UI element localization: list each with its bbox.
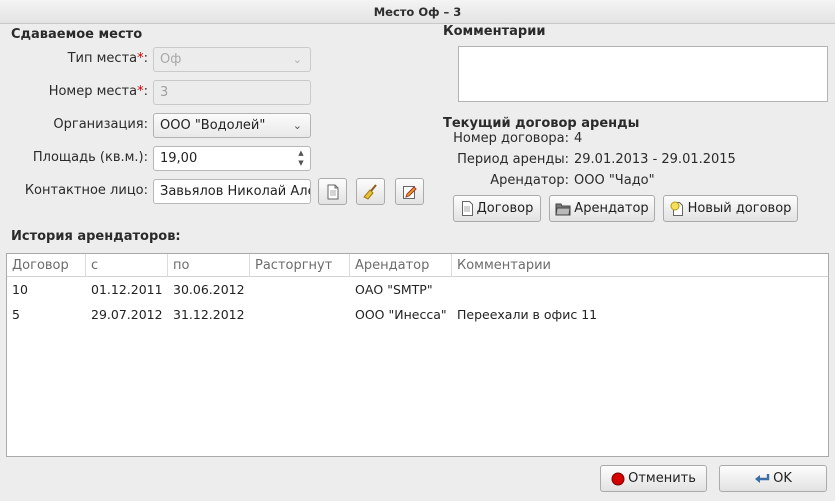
- contract-number-value: 4: [574, 131, 583, 146]
- contract-button-label: Договор: [476, 201, 534, 216]
- table-cell: 29.07.2012: [91, 307, 163, 322]
- window-title: Место Оф – 3: [0, 0, 835, 24]
- history-table[interactable]: Договор с по Расторгнут Арендатор Коммен…: [6, 253, 829, 457]
- new-document-icon: [670, 201, 683, 216]
- stop-icon: [611, 472, 625, 485]
- period-value: 29.01.2013 - 29.01.2015: [574, 152, 736, 167]
- document-icon: [461, 201, 473, 216]
- edit-icon: [402, 185, 417, 199]
- contract-title: Текущий договор аренды: [443, 116, 640, 131]
- folder-icon: [555, 203, 571, 215]
- new-contract-button-label: Новый договор: [687, 201, 792, 216]
- table-cell: 5: [12, 307, 20, 322]
- cancel-button[interactable]: Отменить: [600, 465, 707, 492]
- org-select[interactable]: ООО "Водолей" ⌄: [153, 113, 311, 138]
- spin-arrows-icon[interactable]: ▲ ▼: [295, 148, 307, 169]
- tenant-button-label: Арендатор: [574, 201, 649, 216]
- table-cell: 01.12.2011: [91, 282, 163, 297]
- number-label: Номер места*:: [48, 84, 148, 99]
- org-select-value: ООО "Водолей": [160, 118, 266, 133]
- column-header[interactable]: с: [86, 254, 168, 277]
- area-value: 19,00: [160, 151, 198, 166]
- table-cell: Переехали в офис 11: [457, 307, 598, 322]
- tenant-label: Арендатор:: [490, 173, 569, 188]
- enter-arrow-icon: [755, 473, 770, 483]
- column-header[interactable]: Арендатор: [350, 254, 452, 277]
- ok-button[interactable]: OK: [719, 465, 827, 492]
- table-cell: ОАО "SMTP": [355, 282, 433, 297]
- contact-card-button[interactable]: [318, 178, 347, 205]
- area-label: Площадь (кв.м.):: [32, 150, 148, 165]
- edit-contact-button[interactable]: [395, 178, 424, 205]
- table-cell: [250, 277, 350, 302]
- type-select-value: Оф: [160, 52, 182, 67]
- table-row[interactable]: 5 29.07.2012 31.12.2012 ООО "Инесса" Пер…: [7, 302, 828, 327]
- number-field[interactable]: 3: [153, 80, 311, 105]
- place-section-title: Сдаваемое место: [11, 27, 143, 42]
- table-cell: [250, 302, 350, 327]
- type-select[interactable]: Оф ⌄: [153, 47, 311, 72]
- document-icon: [327, 184, 338, 199]
- tenant-button[interactable]: Арендатор: [549, 195, 655, 222]
- table-cell: 31.12.2012: [173, 307, 245, 322]
- contract-button[interactable]: Договор: [453, 195, 541, 222]
- history-title: История арендаторов:: [11, 229, 181, 244]
- new-contract-button[interactable]: Новый договор: [663, 195, 798, 222]
- org-label: Организация:: [53, 117, 148, 132]
- tenant-value: ООО "Чадо": [574, 173, 655, 188]
- period-label: Период аренды:: [457, 152, 569, 167]
- clear-contact-button[interactable]: [356, 178, 385, 205]
- table-cell: 10: [12, 282, 28, 297]
- broom-icon: [362, 183, 377, 200]
- chevron-down-icon: ⌄: [292, 53, 302, 66]
- table-cell: [452, 277, 828, 302]
- column-header[interactable]: Договор: [7, 254, 86, 277]
- type-label: Тип места*:: [67, 51, 148, 66]
- table-header: Договор с по Расторгнут Арендатор Коммен…: [7, 254, 828, 277]
- chevron-down-icon: ⌄: [292, 119, 302, 132]
- column-header[interactable]: Комментарии: [452, 254, 828, 277]
- table-row[interactable]: 10 01.12.2011 30.06.2012 ОАО "SMTP": [7, 277, 828, 302]
- area-spinbox[interactable]: 19,00 ▲ ▼: [153, 146, 311, 171]
- comments-textarea[interactable]: [458, 46, 828, 102]
- cancel-button-label: Отменить: [628, 471, 696, 486]
- ok-button-label: OK: [773, 471, 792, 486]
- column-header[interactable]: по: [168, 254, 250, 277]
- contact-field[interactable]: Завьялов Николай Але: [153, 179, 311, 204]
- table-cell: 30.06.2012: [173, 282, 245, 297]
- column-header[interactable]: Расторгнут: [250, 254, 350, 277]
- contact-label: Контактное лицо:: [24, 183, 148, 198]
- comments-title: Комментарии: [443, 24, 546, 39]
- contract-number-label: Номер договора:: [453, 131, 569, 146]
- table-cell: ООО "Инесса": [355, 307, 447, 322]
